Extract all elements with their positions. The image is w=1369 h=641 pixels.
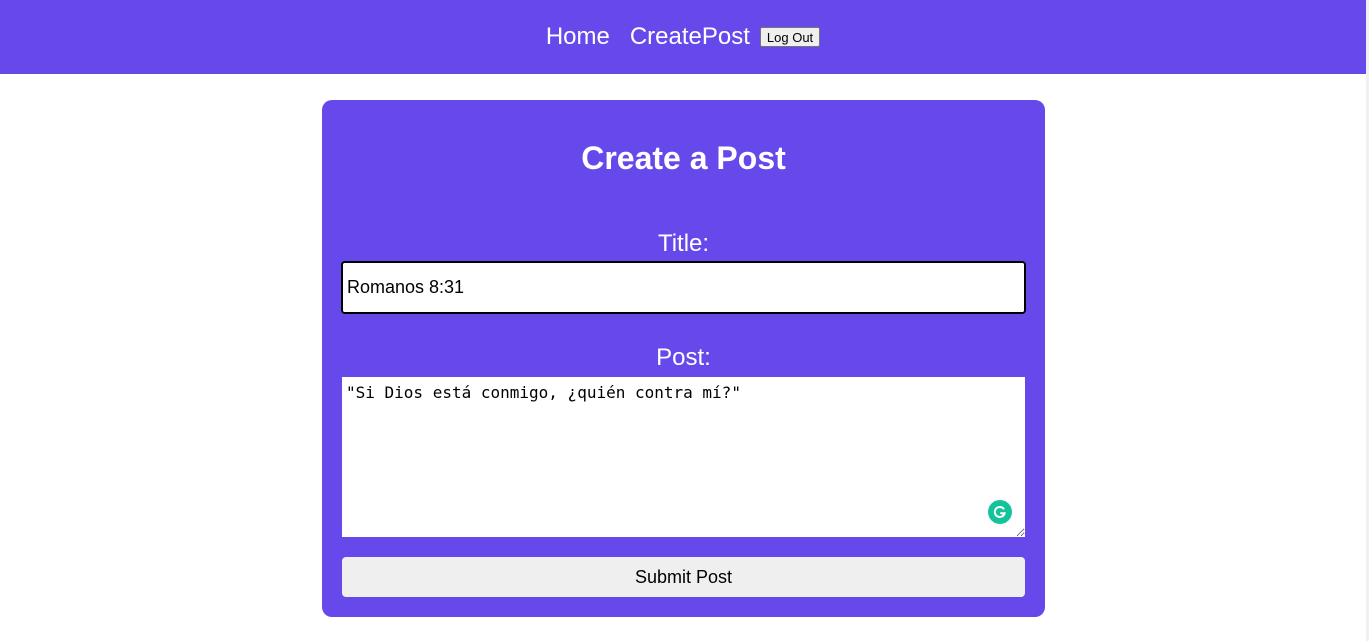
post-textarea[interactable]: "Si Dios está conmigo, ¿quién contra mí?… [342, 377, 1025, 537]
nav-create-post-link[interactable]: CreatePost [630, 22, 750, 52]
post-label: Post: [656, 344, 711, 371]
navbar: Home CreatePost Log Out [0, 0, 1366, 74]
grammarly-g-glyph [993, 505, 1006, 518]
create-post-card: Create a Post Title: Post: "Si Dios está… [322, 100, 1045, 617]
nav-home-link[interactable]: Home [546, 22, 610, 52]
submit-post-button[interactable]: Submit Post [342, 557, 1025, 597]
logout-button[interactable]: Log Out [759, 27, 821, 47]
page-title: Create a Post [581, 140, 786, 176]
grammarly-icon[interactable] [988, 500, 1012, 524]
title-input[interactable] [341, 261, 1026, 314]
title-label: Title: [657, 230, 710, 257]
